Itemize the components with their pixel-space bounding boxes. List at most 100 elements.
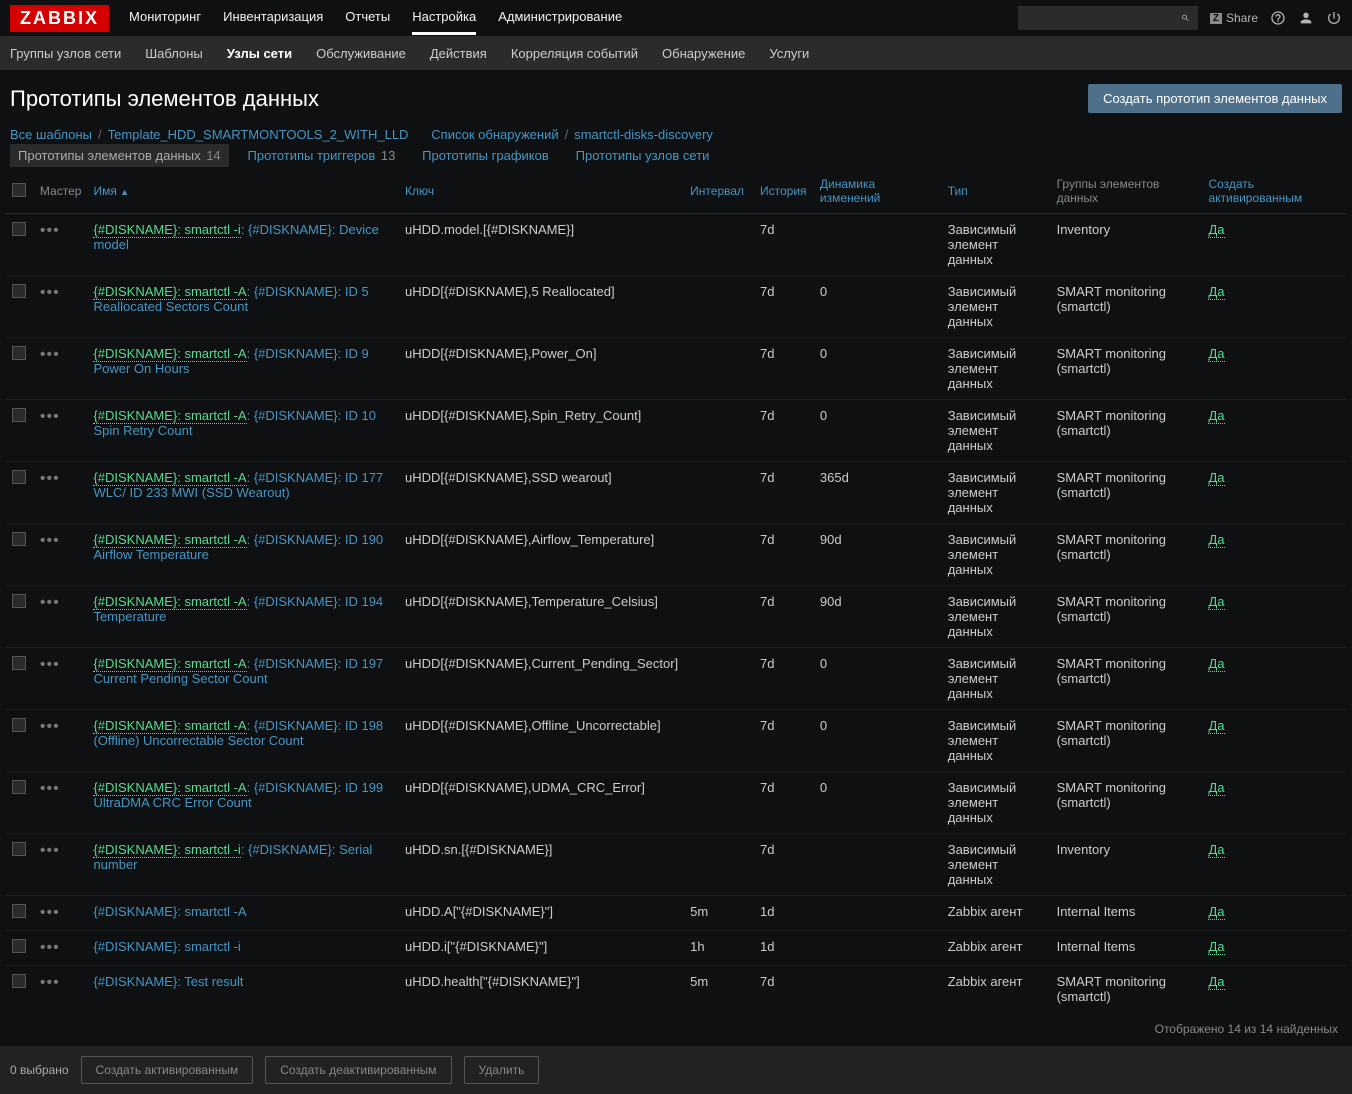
tab-Прототипы триггеров[interactable]: Прототипы триггеров 13	[240, 144, 404, 167]
row-checkbox[interactable]	[12, 532, 26, 546]
item-name-link[interactable]: {#DISKNAME}: smartctl -A: {#DISKNAME}: I…	[93, 718, 383, 748]
col-enabled[interactable]: Создать активированным	[1202, 169, 1346, 214]
topnav-инвентаризация[interactable]: Инвентаризация	[223, 1, 323, 35]
row-checkbox[interactable]	[12, 594, 26, 608]
row-menu-icon[interactable]: •••	[40, 284, 60, 301]
cell-type: Зависимый элемент данных	[942, 400, 1051, 462]
row-menu-icon[interactable]: •••	[40, 346, 60, 363]
col-name[interactable]: Имя ▲	[87, 169, 399, 214]
enabled-toggle[interactable]: Да	[1208, 718, 1224, 734]
enabled-toggle[interactable]: Да	[1208, 408, 1224, 424]
delete-button[interactable]: Удалить	[464, 1056, 540, 1084]
tab-Прототипы графиков[interactable]: Прототипы графиков	[414, 144, 557, 167]
enabled-toggle[interactable]: Да	[1208, 594, 1224, 610]
crumb-discovery-list[interactable]: Список обнаружений	[431, 127, 558, 142]
crumb-discovery[interactable]: smartctl-disks-discovery	[574, 127, 713, 142]
subnav-item[interactable]: Обслуживание	[316, 46, 406, 61]
row-menu-icon[interactable]: •••	[40, 842, 60, 859]
cell-type: Зависимый элемент данных	[942, 462, 1051, 524]
subnav-item[interactable]: Услуги	[769, 46, 809, 61]
topnav-отчеты[interactable]: Отчеты	[345, 1, 390, 35]
row-menu-icon[interactable]: •••	[40, 656, 60, 673]
create-enabled-button[interactable]: Создать активированным	[81, 1056, 254, 1084]
item-name-link[interactable]: {#DISKNAME}: smartctl -A: {#DISKNAME}: I…	[93, 470, 383, 500]
share-button[interactable]: ZShare	[1210, 11, 1258, 25]
enabled-toggle[interactable]: Да	[1208, 284, 1224, 300]
tab-Прототипы элементов данных[interactable]: Прототипы элементов данных 14	[10, 144, 229, 167]
row-checkbox[interactable]	[12, 656, 26, 670]
enabled-toggle[interactable]: Да	[1208, 904, 1224, 920]
enabled-toggle[interactable]: Да	[1208, 842, 1224, 858]
subnav-item[interactable]: Шаблоны	[145, 46, 203, 61]
subnav-item[interactable]: Корреляция событий	[511, 46, 638, 61]
enabled-toggle[interactable]: Да	[1208, 532, 1224, 548]
row-menu-icon[interactable]: •••	[40, 222, 60, 239]
topnav-мониторинг[interactable]: Мониторинг	[129, 1, 201, 35]
row-checkbox[interactable]	[12, 842, 26, 856]
global-search[interactable]	[1018, 6, 1198, 30]
row-checkbox[interactable]	[12, 780, 26, 794]
item-name-link[interactable]: {#DISKNAME}: smartctl -A: {#DISKNAME}: I…	[93, 408, 376, 438]
col-history[interactable]: История	[754, 169, 814, 214]
item-name-link[interactable]: {#DISKNAME}: smartctl -i: {#DISKNAME}: D…	[93, 222, 378, 252]
select-all-checkbox[interactable]	[12, 183, 26, 197]
enabled-toggle[interactable]: Да	[1208, 939, 1224, 955]
item-name-link[interactable]: {#DISKNAME}: smartctl -A: {#DISKNAME}: I…	[93, 594, 383, 624]
cell-key: uHDD[{#DISKNAME},Offline_Uncorrectable]	[399, 710, 684, 772]
topnav-администрирование[interactable]: Администрирование	[498, 1, 622, 35]
item-name-link[interactable]: {#DISKNAME}: smartctl -A: {#DISKNAME}: I…	[93, 284, 368, 314]
item-name-link[interactable]: {#DISKNAME}: smartctl -A: {#DISKNAME}: I…	[93, 346, 368, 376]
row-menu-icon[interactable]: •••	[40, 470, 60, 487]
row-checkbox[interactable]	[12, 470, 26, 484]
enabled-toggle[interactable]: Да	[1208, 346, 1224, 362]
tab-Прототипы узлов сети[interactable]: Прототипы узлов сети	[568, 144, 718, 167]
subnav-item[interactable]: Обнаружение	[662, 46, 745, 61]
row-menu-icon[interactable]: •••	[40, 532, 60, 549]
col-key[interactable]: Ключ	[399, 169, 684, 214]
create-prototype-button[interactable]: Создать прототип элементов данных	[1088, 84, 1342, 113]
row-checkbox[interactable]	[12, 904, 26, 918]
enabled-toggle[interactable]: Да	[1208, 780, 1224, 796]
crumb-all-templates[interactable]: Все шаблоны	[10, 127, 92, 142]
item-name-link[interactable]: {#DISKNAME}: smartctl -A: {#DISKNAME}: I…	[93, 780, 383, 810]
item-name-link[interactable]: {#DISKNAME}: smartctl -A: {#DISKNAME}: I…	[93, 532, 383, 562]
power-icon[interactable]	[1326, 10, 1342, 26]
item-name-link[interactable]: {#DISKNAME}: Test result	[93, 974, 243, 989]
row-menu-icon[interactable]: •••	[40, 780, 60, 797]
crumb-template[interactable]: Template_HDD_SMARTMONTOOLS_2_WITH_LLD	[108, 127, 409, 142]
col-trends[interactable]: Динамика изменений	[814, 169, 942, 214]
col-interval[interactable]: Интервал	[684, 169, 754, 214]
row-checkbox[interactable]	[12, 718, 26, 732]
row-checkbox[interactable]	[12, 222, 26, 236]
enabled-toggle[interactable]: Да	[1208, 222, 1224, 238]
enabled-toggle[interactable]: Да	[1208, 974, 1224, 990]
subnav-item[interactable]: Узлы сети	[227, 46, 292, 61]
item-name-link[interactable]: {#DISKNAME}: smartctl -i: {#DISKNAME}: S…	[93, 842, 372, 872]
enabled-toggle[interactable]: Да	[1208, 656, 1224, 672]
item-name-link[interactable]: {#DISKNAME}: smartctl -i	[93, 939, 240, 954]
subnav-item[interactable]: Действия	[430, 46, 487, 61]
search-input[interactable]	[1026, 11, 1181, 25]
logo[interactable]: ZABBIX	[10, 5, 109, 32]
row-checkbox[interactable]	[12, 346, 26, 360]
row-menu-icon[interactable]: •••	[40, 904, 60, 921]
row-menu-icon[interactable]: •••	[40, 718, 60, 735]
subnav-item[interactable]: Группы узлов сети	[10, 46, 121, 61]
selected-count: 0 выбрано	[10, 1063, 69, 1077]
row-checkbox[interactable]	[12, 408, 26, 422]
col-type[interactable]: Тип	[942, 169, 1051, 214]
user-icon[interactable]	[1298, 10, 1314, 26]
enabled-toggle[interactable]: Да	[1208, 470, 1224, 486]
create-disabled-button[interactable]: Создать деактивированным	[265, 1056, 451, 1084]
row-checkbox[interactable]	[12, 939, 26, 953]
row-menu-icon[interactable]: •••	[40, 974, 60, 991]
row-menu-icon[interactable]: •••	[40, 939, 60, 956]
row-menu-icon[interactable]: •••	[40, 408, 60, 425]
help-icon[interactable]	[1270, 10, 1286, 26]
row-menu-icon[interactable]: •••	[40, 594, 60, 611]
row-checkbox[interactable]	[12, 284, 26, 298]
item-name-link[interactable]: {#DISKNAME}: smartctl -A: {#DISKNAME}: I…	[93, 656, 383, 686]
topnav-настройка[interactable]: Настройка	[412, 1, 476, 35]
item-name-link[interactable]: {#DISKNAME}: smartctl -A	[93, 904, 246, 919]
row-checkbox[interactable]	[12, 974, 26, 988]
